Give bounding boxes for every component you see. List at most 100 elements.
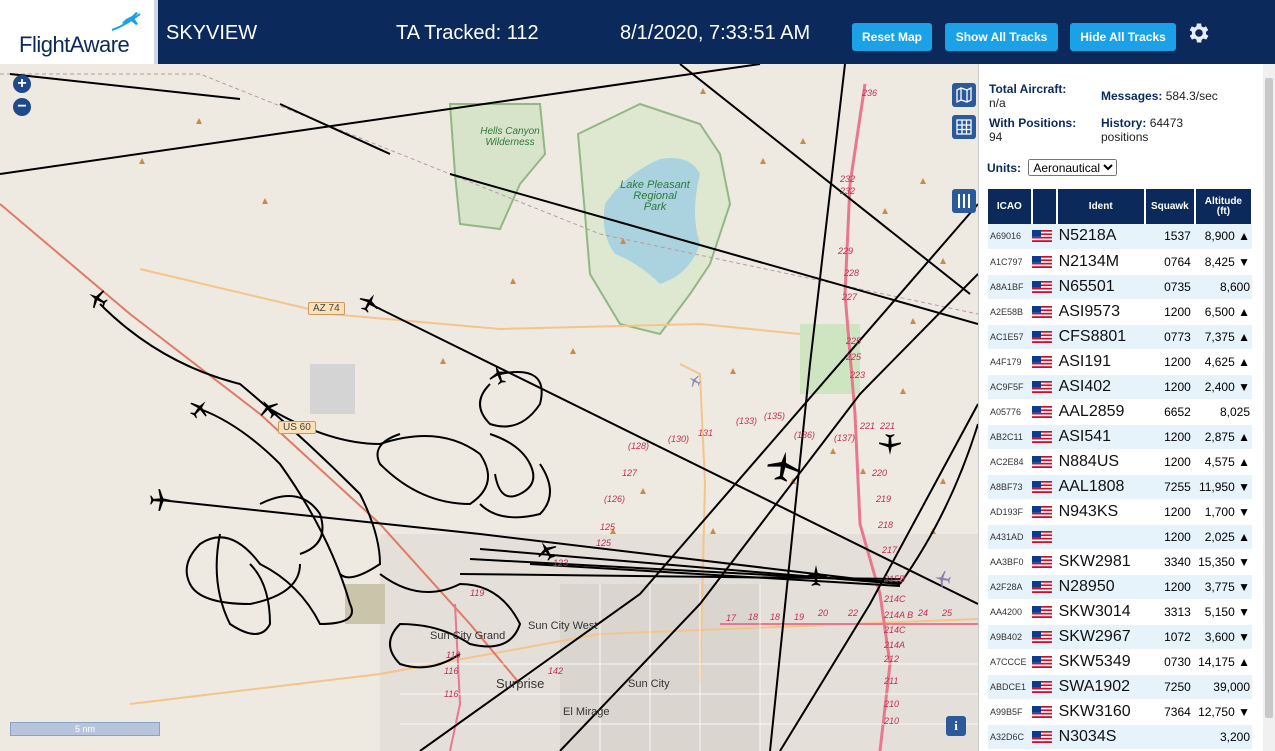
altitude-cell: 8,900 ▲: [1194, 224, 1252, 250]
grid-toggle-button[interactable]: [952, 115, 976, 139]
table-row[interactable]: A8BF73 AAL1808 7255 11,950 ▼: [988, 474, 1252, 500]
reset-map-button[interactable]: Reset Map: [852, 23, 932, 51]
messages-value: 584.3/sec: [1165, 89, 1218, 103]
zoom-in-button[interactable]: +: [13, 75, 31, 93]
scrollbar-thumb[interactable]: [1265, 78, 1273, 718]
route-number-label: 236: [862, 88, 878, 98]
table-row[interactable]: A4F179 ASI191 1200 4,625 ▲: [988, 349, 1252, 375]
us-flag-icon: [1031, 705, 1052, 718]
sidebar-toggle-button[interactable]: [952, 189, 976, 213]
squawk-cell: 6652: [1144, 399, 1195, 425]
aircraft-icon[interactable]: [934, 570, 952, 588]
with-positions-value: 94: [989, 130, 1003, 144]
zoom-out-button[interactable]: −: [13, 98, 31, 116]
total-aircraft-value: n/a: [989, 96, 1006, 110]
route-number-label: 220: [872, 468, 888, 478]
sun-city-west-label: Sun City West: [528, 620, 598, 632]
table-row[interactable]: A69016 N5218A 1537 8,900 ▲: [988, 224, 1252, 250]
aircraft-icon[interactable]: [804, 564, 828, 588]
gear-icon[interactable]: [1186, 20, 1212, 46]
altitude-cell: 14,175 ▲: [1194, 649, 1252, 675]
table-row[interactable]: AC2E84 N884US 1200 4,575 ▲: [988, 449, 1252, 475]
map-layers-button[interactable]: [952, 83, 976, 107]
aircraft-icon[interactable]: [488, 364, 510, 386]
aircraft-icon[interactable]: [188, 398, 210, 420]
aircraft-icon[interactable]: [766, 450, 800, 484]
table-row[interactable]: AB2C11 ASI541 1200 2,875 ▲: [988, 424, 1252, 450]
col-flag[interactable]: [1031, 189, 1058, 224]
table-row[interactable]: A2E58B ASI9573 1200 6,500 ▲: [988, 299, 1252, 325]
icao-cell: A431AD: [988, 524, 1032, 550]
table-row[interactable]: A05776 AAL2859 6652 8,025: [988, 399, 1252, 425]
table-row[interactable]: A1C797 N2134M 0764 8,425 ▼: [988, 249, 1252, 275]
show-all-tracks-button[interactable]: Show All Tracks: [945, 23, 1058, 51]
altitude-cell: 8,425 ▼: [1194, 249, 1252, 275]
route-number-label: 131: [698, 428, 714, 438]
flag-cell: [1031, 299, 1057, 325]
ident-cell: SWA1902: [1056, 674, 1145, 700]
squawk-cell: 7364: [1144, 699, 1195, 725]
route-number-label: 19: [794, 612, 805, 622]
total-aircraft-label: Total Aircraft:: [989, 82, 1067, 96]
route-number-label: 232: [840, 186, 856, 196]
icao-cell: ABDCE1: [988, 674, 1032, 700]
flag-cell: [1031, 449, 1057, 475]
aircraft-icon[interactable]: [87, 288, 109, 310]
squawk-cell: 7255: [1144, 474, 1195, 500]
route-number-label: 127: [622, 468, 638, 478]
map-view[interactable]: Hells Canyon Wilderness Lake Pleasant Re…: [0, 64, 978, 751]
col-ident[interactable]: Ident: [1056, 189, 1146, 224]
flag-cell: [1031, 324, 1057, 350]
table-row[interactable]: AA4200 SKW3014 3313 5,150 ▼: [988, 599, 1252, 625]
col-icao[interactable]: ICAO: [988, 189, 1033, 224]
flag-cell: [1031, 474, 1057, 500]
table-row[interactable]: A8A1BF N65501 0735 8,600: [988, 274, 1252, 300]
aircraft-icon[interactable]: [258, 398, 280, 420]
route-number-label: 232: [840, 174, 856, 184]
us-flag-icon: [1031, 255, 1052, 268]
us-flag-icon: [1031, 405, 1052, 418]
aircraft-icon[interactable]: [536, 540, 558, 562]
us-flag-icon: [1031, 430, 1052, 443]
table-row[interactable]: AD193F N943KS 1200 1,700 ▼: [988, 499, 1252, 525]
route-number-label: 215B: [884, 574, 906, 584]
table-row[interactable]: AC1E57 CFS8801 0773 7,375 ▲: [988, 324, 1252, 350]
flag-cell: [1031, 699, 1057, 725]
route-number-label: 214A B: [884, 610, 914, 620]
table-row[interactable]: AC9F5F ASI402 1200 2,400 ▼: [988, 374, 1252, 400]
aircraft-icon[interactable]: [148, 488, 172, 512]
col-altitude[interactable]: Altitude (ft): [1194, 189, 1254, 224]
hide-all-tracks-button[interactable]: Hide All Tracks: [1070, 23, 1176, 51]
icao-cell: A9B402: [988, 624, 1032, 650]
table-row[interactable]: A99B5F SKW3160 7364 12,750 ▼: [988, 699, 1252, 725]
route-number-label: (136): [794, 430, 816, 440]
route-number-label: 17: [726, 613, 737, 623]
table-row[interactable]: ABDCE1 SWA1902 7250 39,000: [988, 674, 1252, 700]
table-row[interactable]: A9B402 SKW2967 1072 3,600 ▼: [988, 624, 1252, 650]
table-row[interactable]: A7CCCE SKW5349 0730 14,175 ▲: [988, 649, 1252, 675]
route-number-label: 119: [470, 588, 485, 598]
flag-cell: [1031, 549, 1057, 575]
altitude-cell: 3,775 ▼: [1194, 574, 1252, 600]
table-row[interactable]: A2F28A N28950 1200 3,775 ▼: [988, 574, 1252, 600]
aircraft-icon[interactable]: [358, 292, 380, 314]
us-flag-icon: [1031, 380, 1052, 393]
flag-cell: [1031, 249, 1057, 275]
icao-cell: A69016: [988, 224, 1032, 250]
table-row[interactable]: A431AD 1200 2,025 ▲: [988, 524, 1252, 550]
flightaware-logo[interactable]: FlightAware: [0, 0, 158, 64]
aircraft-icon[interactable]: [878, 432, 902, 456]
altitude-cell: 4,625 ▲: [1194, 349, 1252, 375]
table-row[interactable]: A32D6C N3034S 3,200: [988, 724, 1252, 750]
table-row[interactable]: AA3BF0 SKW2981 3340 15,350 ▼: [988, 549, 1252, 575]
col-squawk[interactable]: Squawk: [1144, 189, 1196, 224]
us-flag-icon: [1031, 680, 1052, 693]
info-button[interactable]: i: [946, 716, 966, 736]
route-number-label: 225: [846, 336, 862, 346]
icao-cell: AA3BF0: [988, 549, 1032, 575]
ident-cell: N5218A: [1056, 224, 1145, 250]
ident-cell: ASI402: [1056, 374, 1145, 400]
route-number-label: 22: [848, 608, 859, 618]
ident-cell: SKW2981: [1056, 549, 1145, 575]
units-select[interactable]: Aeronautical: [1028, 159, 1118, 176]
